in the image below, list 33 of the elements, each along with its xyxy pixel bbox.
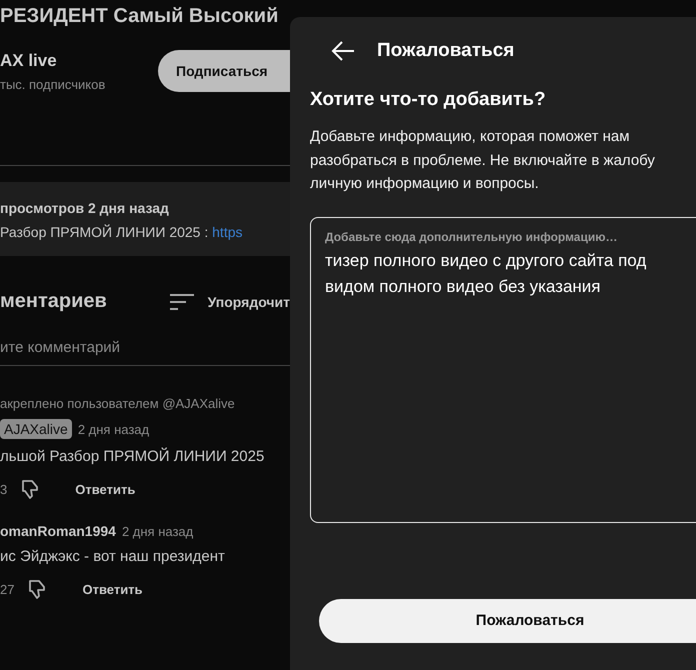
comment-text: ис Эйджэкс - вот наш президент	[0, 548, 226, 565]
subscribe-button[interactable]: Подписаться	[158, 50, 290, 92]
comment-input[interactable]: ите комментарий	[0, 339, 290, 366]
field-label: Добавьте сюда дополнительную информацию…	[325, 230, 618, 244]
comments-heading: ментариев	[0, 290, 107, 313]
panel-title: Пожаловаться	[377, 40, 514, 62]
sort-button[interactable]: Упорядочит	[208, 294, 290, 310]
field-value: тизер полного видео с другого сайта под видом полного видео без указания	[325, 250, 648, 298]
description-link[interactable]: https	[212, 224, 242, 240]
subscriber-count: тыс. подписчиков	[0, 76, 106, 92]
comment-time: 2 дня назад	[122, 524, 194, 538]
reply-button[interactable]: Ответить	[75, 482, 136, 496]
dislike-icon[interactable]	[28, 579, 46, 599]
sort-icon[interactable]	[170, 292, 194, 310]
panel-heading: Хотите что-то добавить?	[310, 89, 547, 111]
details-field[interactable]: Добавьте сюда дополнительную информацию… тизер полного видео с другого сайта под видом полного видео без указания	[310, 216, 696, 522]
comment-author[interactable]: omanRoman1994	[0, 523, 116, 539]
description-text: Разбор ПРЯМОЙ ЛИНИИ 2025 : https	[0, 224, 244, 240]
like-count: 27	[0, 582, 14, 596]
channel-name[interactable]: AX live	[0, 50, 106, 70]
reply-button[interactable]: Ответить	[82, 582, 143, 596]
report-button[interactable]: Пожаловаться	[319, 598, 696, 642]
pinned-label: акреплено пользователем @AJAXalive	[0, 396, 236, 411]
like-count: 3	[0, 482, 8, 496]
description-card[interactable]: просмотров 2 дня назад Разбор ПРЯМОЙ ЛИНИИ 2025 : https	[0, 182, 290, 256]
back-icon[interactable]	[331, 41, 355, 61]
comment-text: льшой Разбор ПРЯМОЙ ЛИНИИ 2025	[0, 448, 266, 465]
dislike-icon[interactable]	[21, 479, 40, 499]
panel-description: Добавьте информацию, которая поможет нам разобраться в проблеме. Не включайте в жалобу личную информацию и вопросы.	[310, 127, 656, 194]
video-stats: просмотров 2 дня назад	[0, 200, 170, 216]
video-title: РЕЗИДЕНТ Самый Высокий	[0, 5, 280, 28]
comment-author[interactable]: AJAXalive	[0, 419, 72, 439]
comment-time: 2 дня назад	[78, 422, 150, 436]
